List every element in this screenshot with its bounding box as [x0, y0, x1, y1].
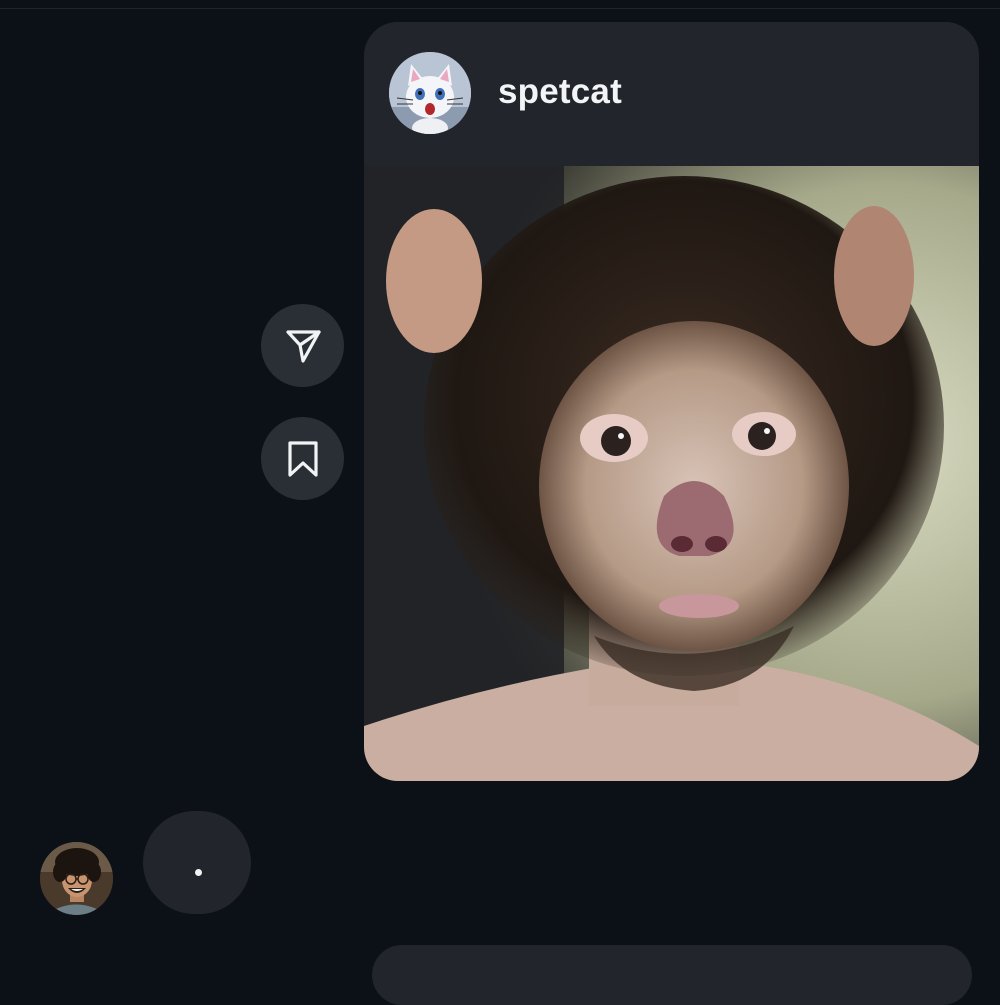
next-message-card[interactable]	[372, 945, 972, 1005]
top-divider	[0, 0, 1000, 9]
curly-haired-man-avatar-icon	[40, 842, 113, 915]
typing-dot	[195, 869, 202, 876]
monkey-face-photo	[364, 166, 979, 781]
post-author-username[interactable]: spetcat	[498, 72, 622, 112]
paper-plane-icon	[285, 329, 321, 363]
save-button[interactable]	[261, 417, 344, 500]
post-author-avatar[interactable]	[389, 52, 471, 134]
white-cat-figurine-icon	[389, 52, 471, 134]
typing-indicator-bubble	[143, 811, 251, 914]
bookmark-icon	[287, 440, 318, 477]
shared-post-card[interactable]: spetcat	[364, 22, 979, 781]
shared-post-header: spetcat	[364, 22, 979, 166]
sender-avatar[interactable]	[40, 842, 113, 915]
shared-post-image[interactable]	[364, 166, 979, 781]
share-button[interactable]	[261, 304, 344, 387]
